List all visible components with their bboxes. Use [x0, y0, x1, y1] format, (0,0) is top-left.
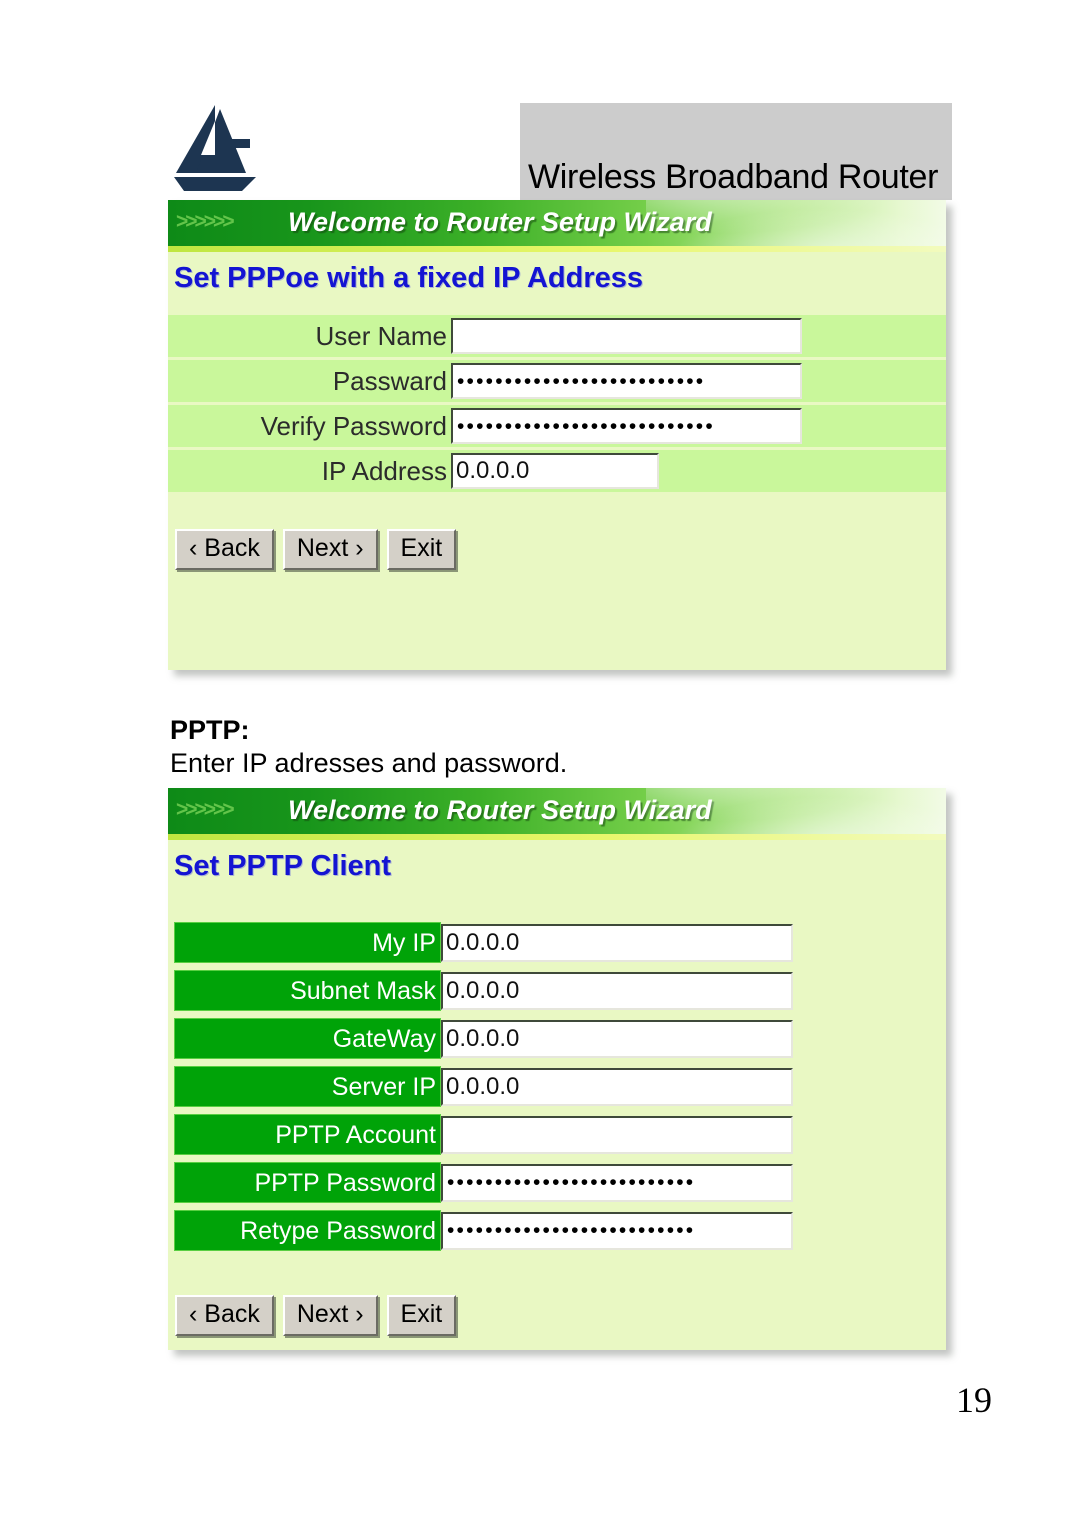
- gateway-value: 0.0.0.0: [446, 1024, 520, 1052]
- wizard-banner-pppoe: >>>>>> Welcome to Router Setup Wizard: [168, 200, 946, 246]
- verify-password-input[interactable]: •••••••••••••••••••••••••••: [451, 408, 802, 444]
- header-title-band: Wireless Broadband Router: [520, 103, 952, 200]
- pppoe-wizard-panel: >>>>>> Welcome to Router Setup Wizard Se…: [168, 200, 946, 670]
- label-pptp-account: PPTP Account: [174, 1114, 441, 1155]
- label-pptp-password: PPTP Password: [174, 1162, 441, 1203]
- label-user-name: User Name: [315, 320, 447, 351]
- exit-button[interactable]: Exit: [386, 529, 457, 570]
- exit-button[interactable]: Exit: [386, 1295, 457, 1336]
- atlantis-logo-icon: [168, 103, 260, 191]
- password-input[interactable]: ••••••••••••••••••••••••••: [451, 363, 802, 399]
- pptp-heading: Set PPTP Client: [174, 850, 392, 882]
- chevrons-icon: >>>>>>: [176, 798, 235, 821]
- next-button[interactable]: Next ›: [282, 1295, 378, 1336]
- pptp-account-input[interactable]: [441, 1115, 793, 1154]
- form-row-gateway: GateWay 0.0.0.0: [168, 1017, 946, 1060]
- subnet-mask-value: 0.0.0.0: [446, 976, 520, 1004]
- my-ip-input[interactable]: 0.0.0.0: [441, 923, 793, 962]
- form-row-server-ip: Server IP 0.0.0.0: [168, 1065, 946, 1108]
- label-subnet-mask: Subnet Mask: [174, 970, 441, 1011]
- retype-password-value: ••••••••••••••••••••••••••: [447, 1219, 696, 1242]
- form-row-verify-password: Verify Password ••••••••••••••••••••••••…: [168, 405, 946, 447]
- pppoe-form: User Name Passward •••••••••••••••••••••…: [168, 315, 946, 492]
- pptp-wizard-panel: >>>>>> Welcome to Router Setup Wizard Se…: [168, 788, 946, 1350]
- wizard-banner-title: Welcome to Router Setup Wizard: [288, 795, 712, 825]
- back-button[interactable]: ‹ Back: [175, 1295, 274, 1336]
- pppoe-heading: Set PPPoe with a fixed IP Address: [174, 262, 643, 294]
- page-number: 19: [956, 1380, 992, 1420]
- pptp-intro-text: Enter IP adresses and password.: [170, 748, 568, 779]
- pptp-button-bar: ‹ Back Next › Exit: [168, 1257, 946, 1336]
- label-server-ip: Server IP: [174, 1066, 441, 1107]
- pppoe-button-bar: ‹ Back Next › Exit: [168, 495, 946, 570]
- subnet-mask-input[interactable]: 0.0.0.0: [441, 971, 793, 1010]
- my-ip-value: 0.0.0.0: [446, 928, 520, 956]
- form-row-pptp-password: PPTP Password ••••••••••••••••••••••••••: [168, 1161, 946, 1204]
- retype-password-input[interactable]: ••••••••••••••••••••••••••: [441, 1211, 793, 1250]
- user-name-input[interactable]: [451, 318, 802, 354]
- label-retype-password: Retype Password: [174, 1210, 441, 1251]
- server-ip-value: 0.0.0.0: [446, 1072, 520, 1100]
- label-ip-address: IP Address: [321, 455, 447, 486]
- pptp-intro-block: PPTP: Enter IP adresses and password.: [170, 716, 870, 780]
- server-ip-input[interactable]: 0.0.0.0: [441, 1067, 793, 1106]
- label-password: Passward: [332, 365, 447, 396]
- back-button[interactable]: ‹ Back: [175, 529, 274, 570]
- form-row-retype-password: Retype Password ••••••••••••••••••••••••…: [168, 1209, 946, 1252]
- verify-password-value: •••••••••••••••••••••••••••: [457, 414, 715, 438]
- label-my-ip: My IP: [174, 922, 441, 963]
- form-row-password: Passward ••••••••••••••••••••••••••: [168, 360, 946, 402]
- pptp-password-input[interactable]: ••••••••••••••••••••••••••: [441, 1163, 793, 1202]
- form-row-user-name: User Name: [168, 315, 946, 357]
- form-row-pptp-account: PPTP Account: [168, 1113, 946, 1156]
- next-button[interactable]: Next ›: [282, 529, 378, 570]
- gateway-input[interactable]: 0.0.0.0: [441, 1019, 793, 1058]
- page-title: Wireless Broadband Router: [528, 158, 939, 196]
- form-row-subnet-mask: Subnet Mask 0.0.0.0: [168, 969, 946, 1012]
- ip-address-input[interactable]: 0.0.0.0: [451, 453, 659, 489]
- password-value: ••••••••••••••••••••••••••: [457, 369, 706, 393]
- label-verify-password: Verify Password: [260, 410, 447, 441]
- chevrons-icon: >>>>>>: [176, 210, 235, 233]
- pptp-form: My IP 0.0.0.0 Subnet Mask 0.0.0.0 GateWa…: [168, 921, 946, 1252]
- page-header: Wireless Broadband Router: [0, 0, 1080, 200]
- wizard-banner-title: Welcome to Router Setup Wizard: [288, 207, 712, 237]
- pptp-intro-title: PPTP:: [170, 715, 250, 745]
- pptp-password-value: ••••••••••••••••••••••••••: [447, 1171, 696, 1194]
- label-gateway: GateWay: [174, 1018, 441, 1059]
- wizard-banner-pptp: >>>>>> Welcome to Router Setup Wizard: [168, 788, 946, 834]
- ip-address-value: 0.0.0.0: [456, 457, 530, 484]
- form-row-my-ip: My IP 0.0.0.0: [168, 921, 946, 964]
- form-row-ip-address: IP Address 0.0.0.0: [168, 450, 946, 492]
